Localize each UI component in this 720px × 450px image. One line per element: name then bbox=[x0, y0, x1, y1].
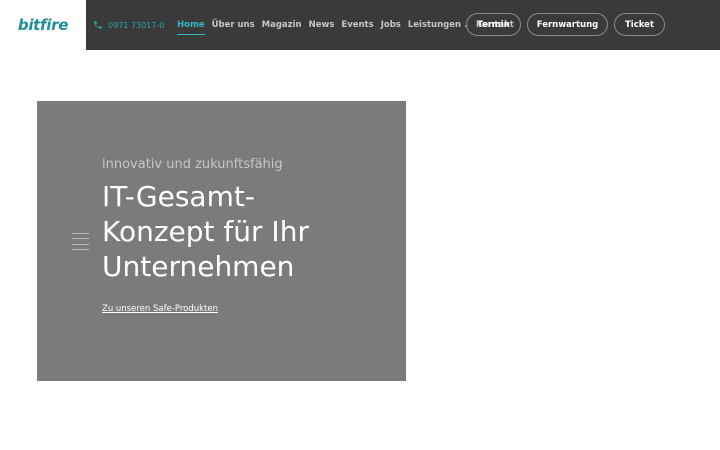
nav-item-news[interactable]: News bbox=[309, 20, 335, 30]
nav-item-leistungen[interactable]: Leistungen ⌄ bbox=[408, 20, 469, 30]
nav-item-jobs[interactable]: Jobs bbox=[381, 20, 401, 30]
nav-item-magazin[interactable]: Magazin bbox=[262, 20, 302, 30]
hamburger-icon[interactable] bbox=[72, 233, 89, 250]
nav-item-leistungen-label: Leistungen bbox=[407, 20, 462, 30]
ticket-button[interactable]: Ticket bbox=[614, 13, 665, 36]
phone-number: 0971 73017-0 bbox=[108, 20, 165, 30]
hero-banner: innovativ und zukunftsfähig IT-Gesamt- K… bbox=[37, 101, 406, 381]
hero-title-line: Konzept für Ihr bbox=[102, 215, 309, 248]
logo-text: bitfire bbox=[17, 16, 69, 34]
main-nav: Home Über uns Magazin News Events Jobs L… bbox=[177, 17, 514, 35]
termin-button[interactable]: Termin bbox=[466, 13, 521, 36]
nav-item-events[interactable]: Events bbox=[341, 20, 373, 30]
nav-item-home[interactable]: Home bbox=[177, 20, 205, 35]
logo[interactable]: bitfire bbox=[0, 0, 86, 50]
hero-title-line: Unternehmen bbox=[102, 250, 295, 283]
phone-link[interactable]: 0971 73017-0 bbox=[93, 18, 164, 32]
hero-title: IT-Gesamt- Konzept für Ihr Unternehmen bbox=[102, 179, 392, 284]
phone-icon bbox=[94, 21, 102, 29]
nav-item-ueber-uns[interactable]: Über uns bbox=[212, 20, 255, 30]
hero-subtitle: innovativ und zukunftsfähig bbox=[102, 157, 283, 172]
safe-products-link[interactable]: Zu unseren Safe-Produkten bbox=[102, 304, 218, 314]
top-navigation-bar: bitfire 0971 73017-0 Home Über uns Magaz… bbox=[0, 0, 720, 50]
fernwartung-button[interactable]: Fernwartung bbox=[527, 13, 608, 36]
hero-title-line: IT-Gesamt- bbox=[102, 180, 255, 213]
